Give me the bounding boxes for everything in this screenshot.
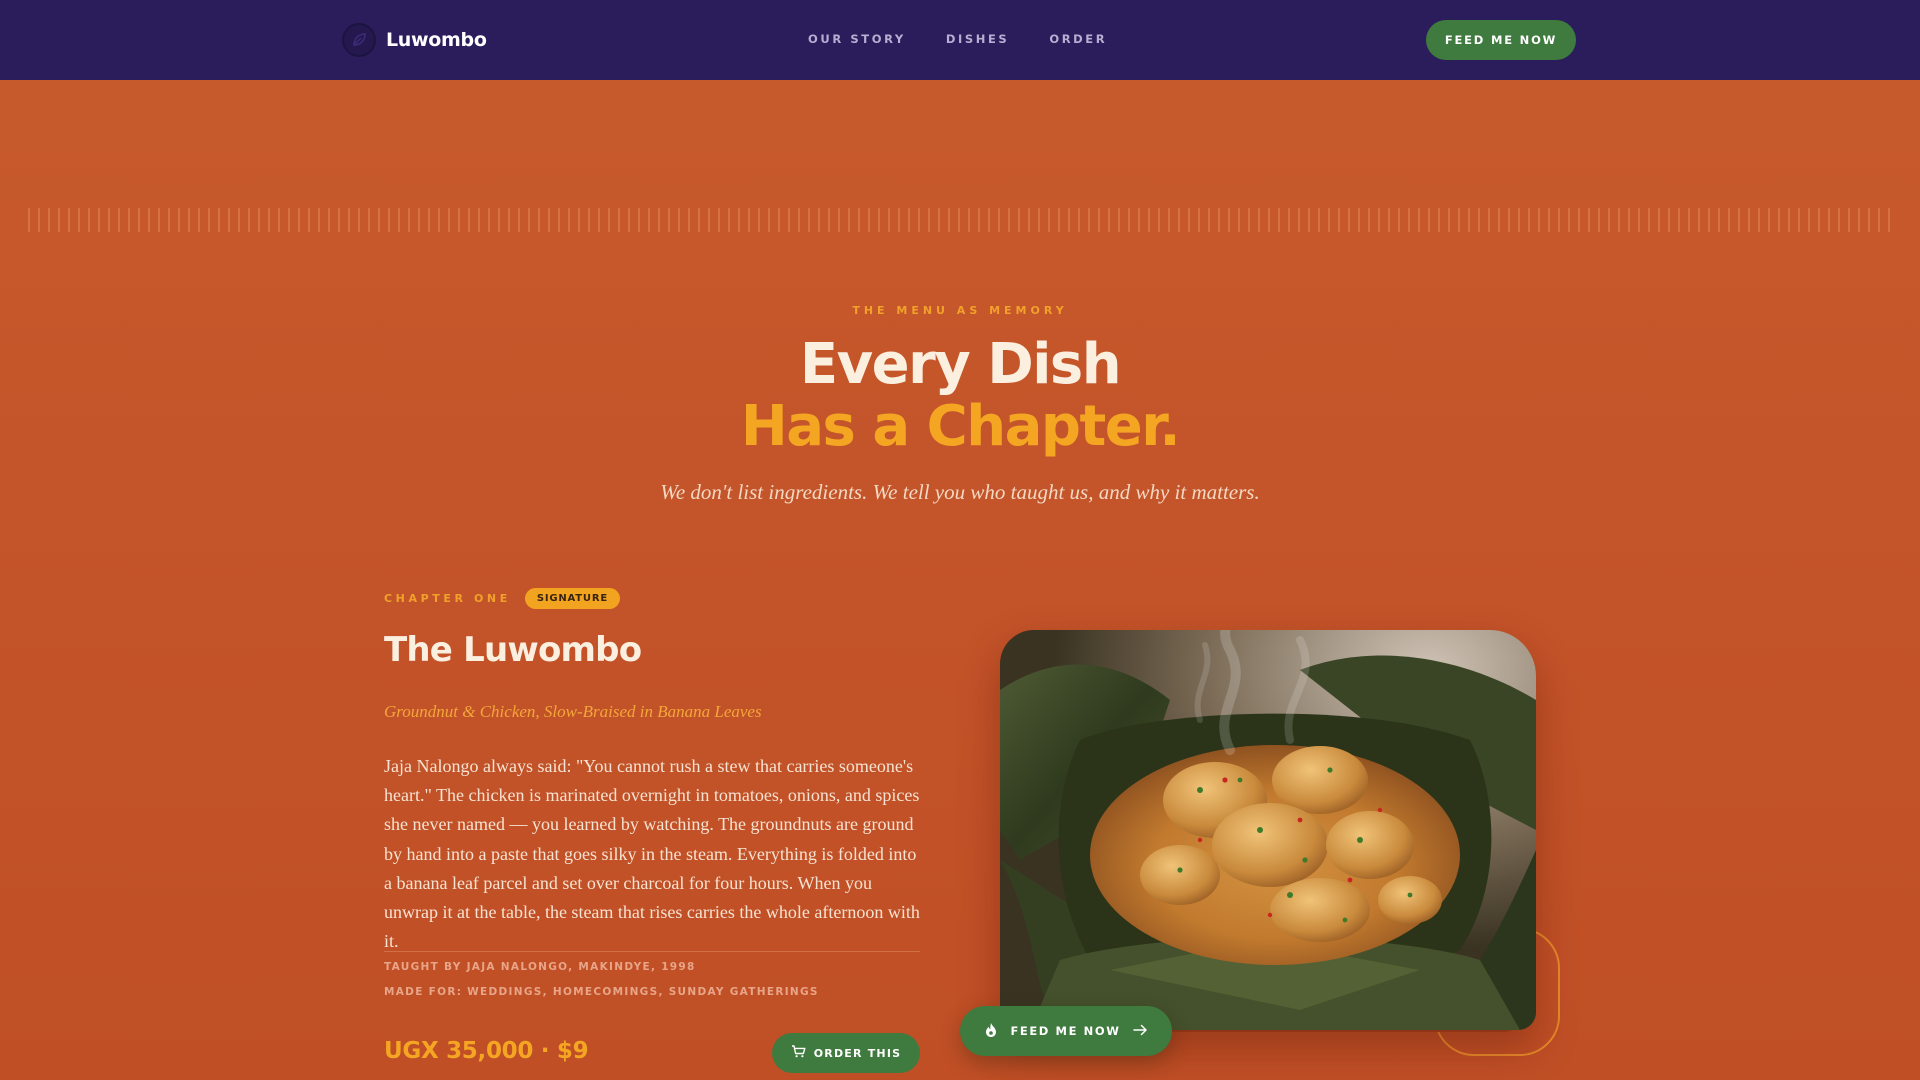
divider (384, 951, 920, 952)
dish-photo (1000, 630, 1536, 1030)
dish-title: The Luwombo (384, 630, 642, 670)
brand-logo[interactable]: Luwombo (342, 22, 487, 58)
nav-feed-me-now-button[interactable]: FEED ME NOW (1426, 20, 1576, 60)
nav-links: OUR STORY DISHES ORDER (808, 32, 1107, 46)
page-headline: Every Dish Has a Chapter. (0, 334, 1920, 458)
nav-link-our-story[interactable]: OUR STORY (808, 32, 906, 46)
flame-icon (984, 1022, 998, 1041)
made-for-credit: MADE FOR: WEDDINGS, HOMECOMINGS, SUNDAY … (384, 986, 819, 998)
nav-link-dishes[interactable]: DISHES (946, 32, 1009, 46)
dish-photo-illustration (1000, 630, 1536, 1030)
leaf-logo-icon (342, 23, 376, 57)
brand-name: Luwombo (386, 29, 487, 51)
hero-tagline: We don't list ingredients. We tell you w… (660, 480, 1260, 504)
arrow-right-icon (1132, 1024, 1148, 1039)
chapter-label: CHAPTER ONE (384, 592, 511, 605)
order-this-label: ORDER THIS (813, 1046, 902, 1060)
floating-feed-me-now-button[interactable]: FEED ME NOW (960, 1006, 1172, 1056)
decorative-tick-border (28, 208, 1896, 232)
signature-badge: SIGNATURE (524, 588, 620, 609)
chapter-meta: CHAPTER ONE SIGNATURE (384, 588, 620, 609)
cart-icon (791, 1045, 806, 1061)
nav-link-order[interactable]: ORDER (1049, 32, 1107, 46)
order-this-button[interactable]: ORDER THIS (772, 1033, 920, 1073)
top-nav: Luwombo OUR STORY DISHES ORDER FEED ME N… (0, 0, 1920, 80)
fab-label: FEED ME NOW (1010, 1024, 1121, 1038)
dish-price: UGX 35,000 · $9 (384, 1038, 589, 1064)
section-eyebrow: THE MENU AS MEMORY (852, 304, 1068, 317)
headline-line-1: Every Dish (799, 332, 1122, 397)
headline-line-2: Has a Chapter. (740, 394, 1181, 459)
dish-story: Jaja Nalongo always said: "You cannot ru… (384, 756, 920, 952)
taught-by-credit: TAUGHT BY JAJA NALONGO, MAKINDYE, 1998 (384, 961, 696, 973)
dish-subtitle: Groundnut & Chicken, Slow-Braised in Ban… (384, 702, 762, 721)
